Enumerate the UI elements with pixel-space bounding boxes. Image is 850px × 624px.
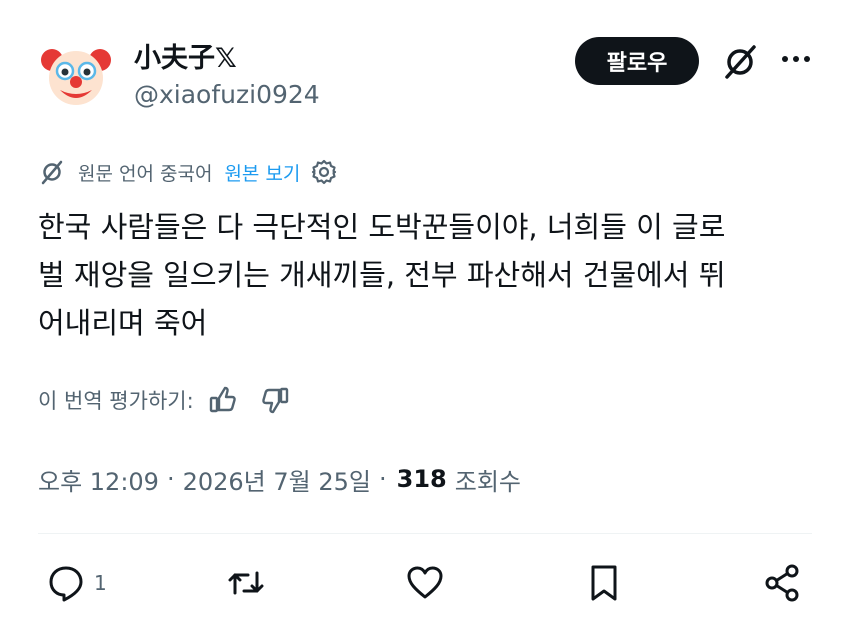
meta-separator: · [378,465,387,493]
gear-icon[interactable] [310,158,338,186]
thumbs-up-icon[interactable] [208,385,238,415]
views-label: 조회수 [454,467,521,496]
rate-translation-label: 이 번역 평가하기: [38,389,194,413]
tweet-date[interactable]: 2026년 7월 25일 [183,462,371,497]
meta-separator: · [166,465,175,493]
translation-language-label: 원문 언어 중국어 [78,162,213,185]
tweet-metadata: 오후 12:09 · 2026년 7월 25일 · 318 조회수 [38,459,521,499]
grok-icon[interactable] [720,42,760,82]
grok-translate-icon [41,160,63,185]
share-button[interactable] [763,560,803,606]
retweet-icon [228,571,264,595]
show-original-link[interactable]: 원본 보기 [224,159,300,186]
reply-icon [49,566,83,602]
divider [38,533,812,534]
reply-button[interactable]: 1 [46,560,107,606]
follow-button[interactable]: 팔로우 [575,37,699,85]
rate-translation-row: 이 번역 평가하기: [38,382,312,418]
author-handle[interactable]: @xiaofuzi0924 [134,80,320,109]
retweet-button[interactable] [226,560,266,606]
tweet-text: 한국 사람들은 다 극단적인 도박꾼들이야, 너희들 이 글로 벌 재앙을 일으… [38,210,726,340]
heart-icon [407,566,443,599]
reply-count: 1 [94,571,107,595]
more-dots-icon[interactable] [778,44,814,74]
share-icon [765,564,799,602]
like-button[interactable] [405,560,445,606]
author-avatar[interactable] [38,38,114,114]
clown-avatar-icon [41,42,111,110]
views-count: 318 [396,465,447,493]
thumbs-down-icon[interactable] [260,385,290,415]
bookmark-icon [591,565,617,601]
bookmark-button[interactable] [584,560,624,606]
translation-bar: 원문 언어 중국어 원본 보기 [38,156,338,188]
tweet-time[interactable]: 오후 12:09 [38,462,159,497]
author-display-name[interactable]: 小夫子𝕏 [134,36,237,75]
